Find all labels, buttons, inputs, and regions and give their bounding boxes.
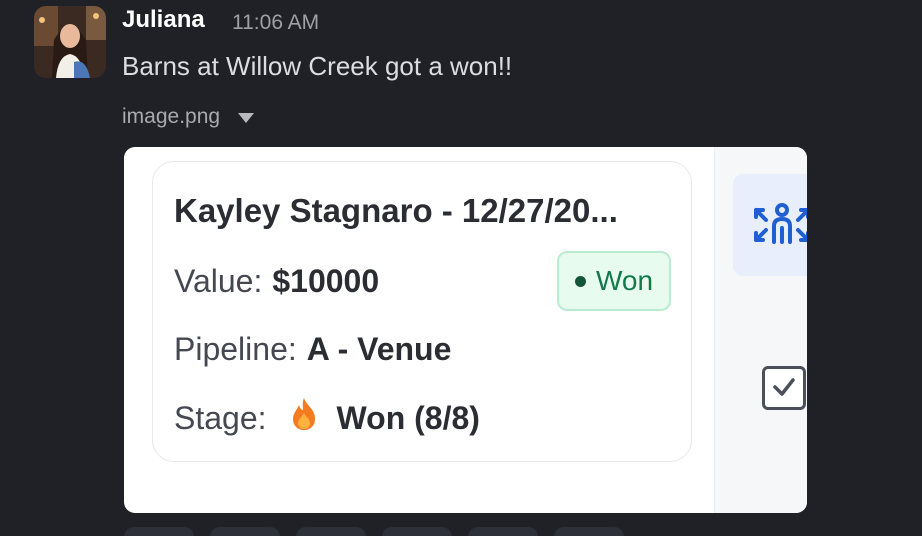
reaction-pill[interactable] — [124, 527, 194, 536]
reaction-pill[interactable] — [554, 527, 624, 536]
pipeline-row: Pipeline: A - Venue — [174, 331, 451, 368]
image-attachment[interactable]: Kayley Stagnaro - 12/27/20... Value: $10… — [124, 147, 807, 513]
team-connect-icon — [754, 203, 807, 244]
status-text: Won — [595, 265, 654, 296]
team-connect-button[interactable] — [733, 174, 807, 276]
checkbox-checked-icon[interactable] — [762, 366, 806, 410]
reaction-pill[interactable] — [210, 527, 280, 536]
chat-message: Juliana 11:06 AM Barns at Willow Creek g… — [0, 0, 922, 536]
user-avatar-icon — [34, 6, 106, 78]
caret-down-icon[interactable] — [238, 113, 255, 123]
stage-label: Stage: — [174, 399, 267, 436]
sender-name[interactable]: Juliana — [122, 6, 205, 34]
deal-title: Kayley Stagnaro - 12/27/20... — [174, 192, 618, 229]
message-text: Barns at Willow Creek got a won!! — [122, 51, 513, 81]
deal-value: $10000 — [272, 263, 380, 299]
reaction-pill[interactable] — [382, 527, 452, 536]
side-panel — [714, 147, 807, 513]
stage-row: Stage: Won (8/8) — [174, 397, 480, 439]
flame-icon — [291, 397, 317, 439]
attachment-filename: image.png — [122, 105, 221, 128]
stage-value: Won (8/8) — [336, 399, 480, 436]
pipeline-label: Pipeline: — [174, 331, 297, 367]
avatar[interactable] — [34, 6, 106, 78]
reaction-pill[interactable] — [468, 527, 538, 536]
message-timestamp[interactable]: 11:06 AM — [232, 11, 319, 35]
reaction-pill[interactable] — [296, 527, 366, 536]
deal-card: Kayley Stagnaro - 12/27/20... Value: $10… — [152, 161, 692, 462]
attachment-header: image.png — [122, 105, 255, 129]
value-label: Value: — [174, 263, 263, 299]
deal-value-row: Value: $10000 — [174, 263, 379, 300]
status-badge: Won — [557, 251, 671, 311]
reaction-bar — [124, 527, 624, 536]
status-dot-icon — [574, 275, 586, 287]
pipeline-value: A - Venue — [306, 331, 452, 367]
